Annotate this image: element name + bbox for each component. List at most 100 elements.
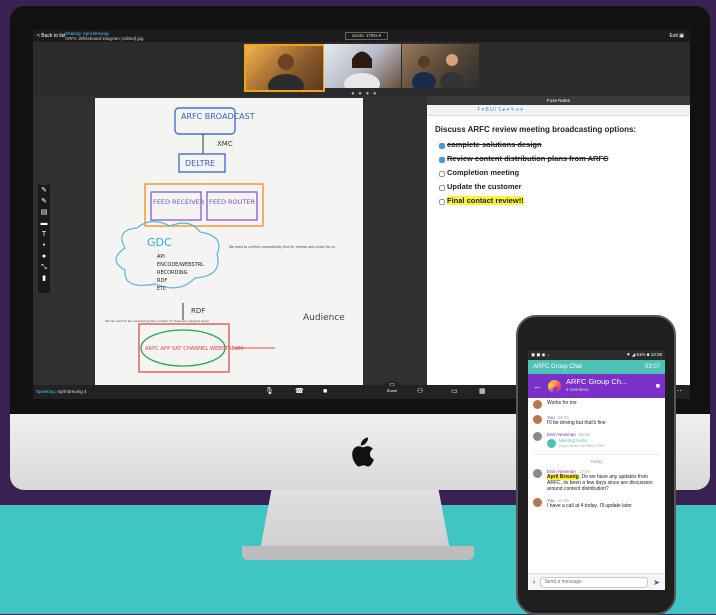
phone-screen: ▣ ◼ ◉ ... ▼ ◢ 61% ■ 13:28 ARFC Group Cha… <box>528 350 665 590</box>
video-strip: ● ● ● ● <box>33 42 690 98</box>
message-input[interactable] <box>540 576 649 588</box>
participant-video-2[interactable] <box>324 44 401 95</box>
date-divider: Today <box>533 454 660 464</box>
sharing-info: Sharing: April Breunig ARFC Whiteboard D… <box>65 31 144 41</box>
note-left: We do need to be considering the number … <box>105 319 209 323</box>
whiteboard-image: ARFC BROADCAST XMC DELTRE FEED RECEIVER … <box>95 98 363 385</box>
notes-toolbar[interactable]: Ŧ ▾ B U I T̶ ● ▾ ✎ ≡ ▾ <box>427 105 690 116</box>
speaker-name: April Breunig 4 <box>57 389 87 394</box>
sender: Elvin Newman <box>547 432 576 437</box>
participant-video-3[interactable] <box>402 44 479 92</box>
node-feed-router: FEED ROUTER <box>209 198 255 206</box>
notification-title: ARFC Group Chat <box>533 364 583 370</box>
drawing-toolbox: ✎ ✎ ▤ ▬ T • ● ⤡ ▮ <box>38 185 50 293</box>
share-button[interactable]: ▭ Share <box>382 381 402 399</box>
message-text: I have a call at 4 today, I'll update la… <box>547 503 632 509</box>
group-avatar <box>548 379 561 393</box>
list-item-4: RDF <box>157 278 167 284</box>
hangup-icon[interactable]: ☎ <box>295 386 304 398</box>
shared-file-name: ARFC Whiteboard Diagram (edited).jpg <box>65 36 144 41</box>
exit-button[interactable]: Exit ▣ <box>670 33 684 39</box>
video-call-icon[interactable]: ■ <box>656 383 660 390</box>
node-audience: Audience <box>303 313 345 323</box>
note-right: We need to confirm compatibility first f… <box>229 245 335 249</box>
chat-header: ← ARFC Group Ch... 6 members ■ <box>528 374 665 398</box>
speaking-indicator: Speaking: April Breunig 4 <box>36 389 87 394</box>
status-icons: ▣ ◼ ◉ ... <box>531 352 551 357</box>
list-item-3: RECORDING <box>157 270 188 276</box>
back-arrow-icon[interactable]: ← <box>533 381 542 391</box>
avatar <box>533 432 542 441</box>
message: Elvin Newman 12:35 April Breunig. Do we h… <box>533 469 660 492</box>
message: You 09:35 I'll be driving but that's fine <box>533 415 660 426</box>
notification-time: 03:07 <box>644 364 660 370</box>
calendar-icon <box>547 438 556 448</box>
microphone-icon[interactable]: 🎙 <box>265 386 274 398</box>
pen-tool-icon[interactable]: ✎ <box>38 185 50 196</box>
meeting-invite-card[interactable]: Meeting Invite https://fuze.me/38417994 <box>547 438 604 448</box>
back-to-list-link[interactable]: < Back to list <box>37 33 65 39</box>
node-gdc: GDC <box>147 236 172 249</box>
highlighted-text: Final contact review!! <box>447 196 524 205</box>
checklist-item[interactable]: Completion meeting <box>439 166 682 180</box>
message-composer: › ➤ <box>528 573 665 590</box>
message: Works for me <box>533 400 660 409</box>
list-item-5: ETC <box>157 286 167 292</box>
chat-icon[interactable]: ▭ <box>451 386 458 398</box>
whiteboard-area: ARFC BROADCAST XMC DELTRE FEED RECEIVER … <box>33 96 427 385</box>
message-list: Works for me You 09:35 I'll be driving bu… <box>528 398 665 517</box>
checklist-item[interactable]: Update the customer <box>439 180 682 194</box>
checklist-item[interactable]: complete solutions design <box>439 138 682 152</box>
send-icon[interactable]: ➤ <box>653 578 660 587</box>
color-tool-icon[interactable]: ● <box>38 251 50 262</box>
group-name: ARFC Group Ch... <box>566 377 628 386</box>
message-text: Works for me <box>547 400 577 406</box>
avatar <box>533 469 542 478</box>
node-arfc: ARFC BROADCAST <box>181 112 255 121</box>
pointer-tool-icon[interactable]: ⤡ <box>38 262 50 273</box>
notes-checklist: complete solutions design Review content… <box>435 138 682 208</box>
message-text: April Breunig. Do we have any updates fr… <box>547 474 660 492</box>
avatar <box>533 400 542 409</box>
chat-notification[interactable]: ARFC Group Chat 03:07 <box>528 360 665 374</box>
participant-video-1[interactable] <box>244 44 325 98</box>
text-tool-icon[interactable]: T <box>38 229 50 240</box>
apple-logo-icon <box>347 437 375 469</box>
rectangle-tool-icon[interactable]: ▬ <box>38 218 50 229</box>
list-item-1: API <box>157 254 165 260</box>
smartphone: ▣ ◼ ◉ ... ▼ ◢ 61% ■ 13:28 ARFC Group Cha… <box>516 315 676 615</box>
attach-icon[interactable]: › <box>533 579 535 586</box>
message: You 12:35 I have a call at 4 today, I'll … <box>533 498 660 509</box>
node-feed-receiver: FEED RECEIVER <box>153 198 205 206</box>
list-item-2: ENCODE/WEBSTRL <box>157 262 204 268</box>
status-battery-time: ▼ ◢ 61% ■ 13:28 <box>626 352 662 357</box>
sender-name: Elvin Newman 09:35 <box>547 432 604 437</box>
group-members: 6 members <box>566 387 589 392</box>
eraser-tool-icon[interactable]: ▮ <box>38 273 50 284</box>
invite-url[interactable]: https://fuze.me/38417994 <box>559 443 604 448</box>
notes-icon[interactable]: ▦ <box>479 386 486 398</box>
share-label: Share <box>386 388 398 393</box>
notes-title[interactable]: Discuss ARFC review meeting broadcasting… <box>435 125 682 134</box>
camera-icon[interactable]: ■ <box>323 386 327 398</box>
checklist-item[interactable]: Final contact review!! <box>439 194 682 208</box>
zoom-select[interactable]: Zoom: 175% ▾ <box>345 32 389 40</box>
node-deltre: DELTRE <box>185 159 215 168</box>
pencil-tool-icon[interactable]: ✎ <box>38 196 50 207</box>
monitor-base <box>242 546 474 560</box>
message-text: I'll be driving but that's fine <box>547 420 606 426</box>
add-user-icon[interactable]: ⚇ <box>417 386 423 398</box>
label-xmc: XMC <box>217 140 233 148</box>
message-time: 09:35 <box>578 432 591 437</box>
speaking-label: Speaking: <box>36 389 57 394</box>
notes-header: Fuse Notes <box>427 96 690 105</box>
lines-tool-icon[interactable]: ▤ <box>38 207 50 218</box>
node-rdf: RDF <box>191 307 205 315</box>
avatar <box>533 415 542 424</box>
dot-tool-icon[interactable]: • <box>38 240 50 251</box>
checklist-item[interactable]: Review content distribution plans from A… <box>439 152 682 166</box>
group-title[interactable]: ARFC Group Ch... 6 members <box>566 378 627 394</box>
message: Elvin Newman 09:35 Meeting Invite https://… <box>533 432 660 448</box>
phone-status-bar: ▣ ◼ ◉ ... ▼ ◢ 61% ■ 13:28 <box>528 350 665 360</box>
top-bar: < Back to list Sharing: April Breunig AR… <box>33 30 690 42</box>
